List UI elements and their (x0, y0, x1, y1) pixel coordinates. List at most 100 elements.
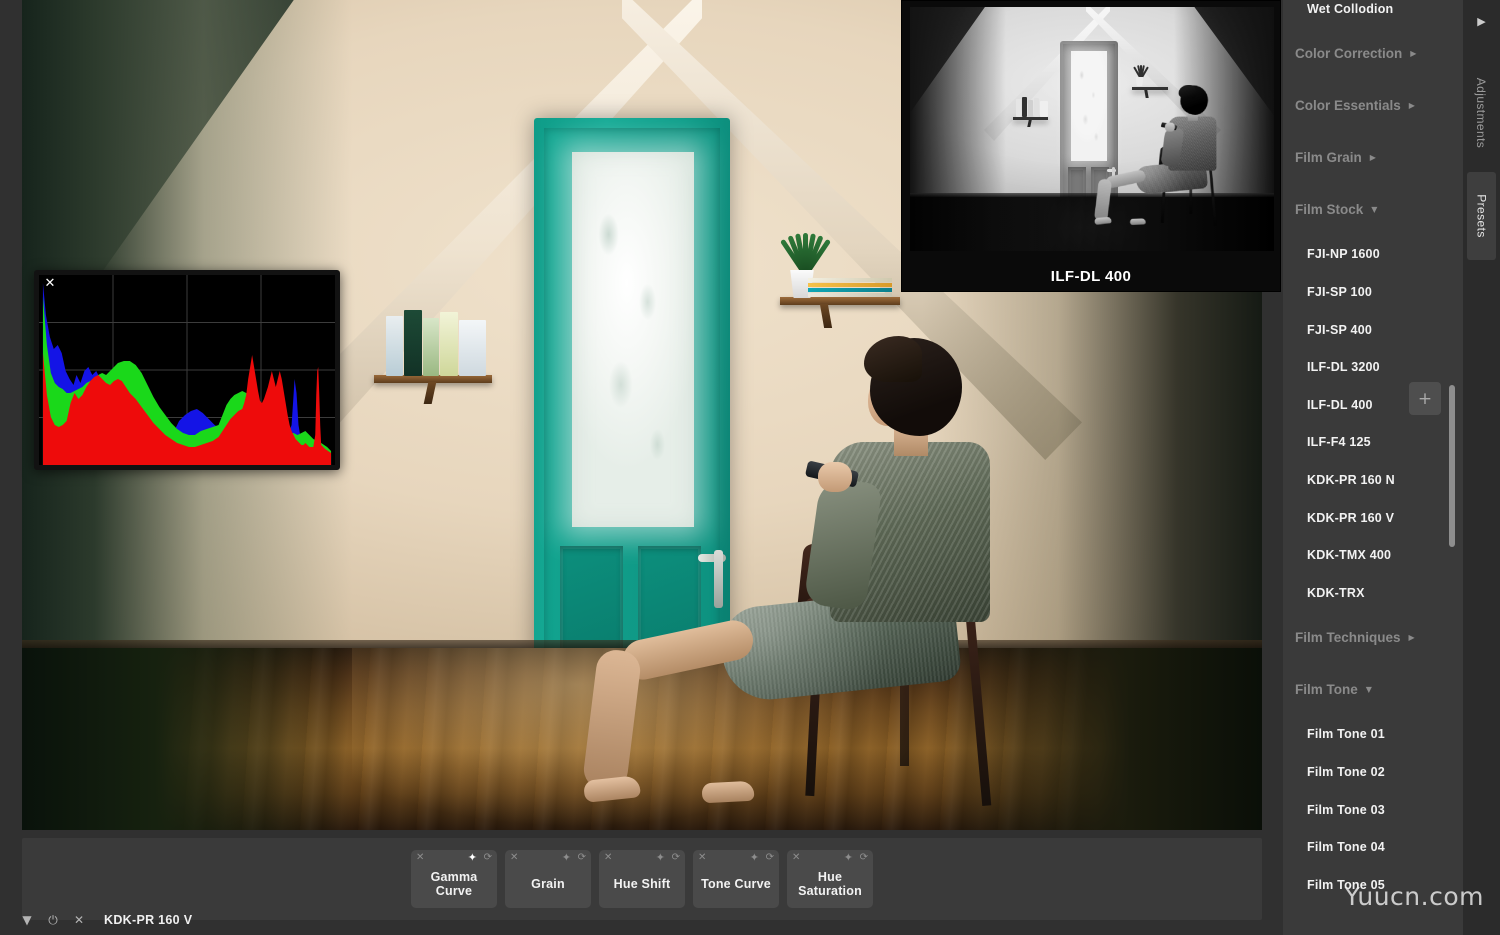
sidebar-preset-label: Film Tone 01 (1307, 727, 1385, 742)
sidebar-preset-item[interactable]: Film Tone 05 (1283, 866, 1463, 904)
sidebar-section-header[interactable]: Film Stock ▼ (1283, 184, 1463, 236)
preview-label: ILF-DL 400 (1050, 268, 1132, 285)
filter-close-icon[interactable]: ✕ (604, 853, 612, 863)
sidebar-preset-label: FJI-NP 1600 (1307, 247, 1380, 262)
sidebar-preset-item[interactable]: Film Tone 03 (1283, 791, 1463, 829)
sidebar-preset-label: ILF-DL 3200 (1307, 360, 1380, 375)
chevron-right-icon[interactable]: ▶ (1410, 49, 1416, 58)
tab-adjustments[interactable]: Adjustments (1467, 58, 1496, 168)
sidebar-preset-item[interactable]: Film Tone 01 (1283, 716, 1463, 754)
filter-button-label: Tone Curve (701, 876, 771, 891)
potted-plant (779, 225, 832, 277)
power-toggle-icon[interactable]: ⏻ (40, 913, 66, 928)
status-bar: ▼ ⏻ ✕ KDK-PR 160 V (0, 905, 1283, 935)
sidebar-preset-item[interactable]: Film Tone 02 (1283, 753, 1463, 791)
sidebar-section-label: Film Stock (1295, 202, 1364, 218)
sidebar-preset-item[interactable]: KDK-TMX 400 (1283, 536, 1463, 574)
presets-sidebar[interactable]: Wet Collodion Color Correction ▶ Color Esse… (1283, 0, 1463, 935)
sidebar-preset-label: KDK-PR 160 N (1307, 472, 1395, 487)
sidebar-preset-label: KDK-PR 160 V (1307, 510, 1395, 525)
sidebar-section-header[interactable]: Color Correction ▶ (1283, 28, 1463, 80)
sidebar-section-label: Film Grain (1295, 150, 1362, 166)
left-shelf-books (386, 308, 494, 376)
sidebar-preset-label: Film Tone 04 (1307, 840, 1385, 855)
filter-button-label: Grain (531, 876, 565, 891)
chevron-down-icon[interactable]: ▼ (1366, 685, 1372, 694)
right-shelf (780, 297, 900, 305)
sidebar-section-header[interactable]: Film Techniques ▶ (1283, 612, 1463, 664)
sidebar-preset-label: KDK-TRX (1307, 585, 1365, 600)
sidebar-preset-label: FJI-SP 100 (1307, 284, 1373, 299)
sidebar-scrollbar[interactable] (1449, 0, 1455, 935)
sidebar-preset-label: Wet Collodion (1307, 1, 1394, 16)
sidebar-preset-item[interactable]: KDK-PR 160 N (1283, 461, 1463, 499)
sidebar-section-header[interactable]: Color Essentials ▶ (1283, 80, 1463, 132)
app-root: ✕ ILF-DL 400 ✕ ✦ ⟳ Gamma Curve ✕ ✦ ⟳ Gra… (0, 0, 1500, 935)
sidebar-preset-label: Film Tone 02 (1307, 764, 1385, 779)
filter-close-icon[interactable]: ✕ (792, 853, 800, 863)
histogram-panel[interactable]: ✕ (34, 270, 340, 470)
chevron-right-icon[interactable]: ▶ (1409, 101, 1415, 110)
sidebar-section-label: Film Tone (1295, 682, 1358, 698)
sidebar-preset-item[interactable]: FJI-SP 400 (1283, 311, 1463, 349)
sidebar-preset-label: KDK-TMX 400 (1307, 548, 1392, 563)
filter-reset-icon[interactable]: ⟳ (766, 853, 774, 863)
filter-button-label: Hue Saturation (798, 869, 862, 898)
collapse-panel-icon[interactable]: ▶ (1463, 8, 1500, 34)
filter-pin-icon[interactable]: ✦ (468, 852, 477, 863)
presets-list: Wet Collodion Color Correction ▶ Color Esse… (1283, 0, 1463, 904)
panel-tab-rail: ▶ Adjustments Presets (1463, 0, 1500, 935)
preview-image (910, 7, 1274, 251)
close-icon[interactable]: ✕ (66, 913, 92, 927)
chevron-right-icon[interactable]: ▶ (1370, 153, 1376, 162)
sidebar-preset-item[interactable]: KDK-PR 160 V (1283, 499, 1463, 537)
preset-preview-thumbnail[interactable]: ILF-DL 400 (901, 0, 1281, 292)
filter-button[interactable]: ✕ ✦ ⟳ Hue Shift (599, 850, 685, 908)
sidebar-preset-label: Film Tone 05 (1307, 877, 1385, 892)
filter-pin-icon[interactable]: ✦ (562, 852, 571, 863)
sidebar-preset-item[interactable]: Wet Collodion (1283, 0, 1463, 28)
chevron-right-icon[interactable]: ▶ (1409, 633, 1415, 642)
filter-pin-icon[interactable]: ✦ (656, 852, 665, 863)
histogram-close-icon[interactable]: ✕ (43, 277, 57, 291)
filter-close-icon[interactable]: ✕ (510, 853, 518, 863)
sidebar-preset-item[interactable]: Film Tone 04 (1283, 828, 1463, 866)
filter-button[interactable]: ✕ ✦ ⟳ Tone Curve (693, 850, 779, 908)
filter-close-icon[interactable]: ✕ (698, 853, 706, 863)
filter-close-icon[interactable]: ✕ (416, 853, 424, 863)
filter-button[interactable]: ✕ ✦ ⟳ Hue Saturation (787, 850, 873, 908)
filter-button-label: Hue Shift (613, 876, 671, 891)
tab-presets[interactable]: Presets (1467, 172, 1496, 260)
sidebar-scrollbar-thumb[interactable] (1449, 385, 1455, 547)
histogram-chart (39, 275, 335, 465)
filter-button-label: Gamma Curve (430, 869, 478, 898)
tab-adjustments-label: Adjustments (1474, 77, 1489, 149)
chevron-down-icon[interactable]: ▼ (1371, 205, 1377, 214)
filter-reset-icon[interactable]: ⟳ (578, 853, 586, 863)
filter-pin-icon[interactable]: ✦ (750, 852, 759, 863)
filter-reset-icon[interactable]: ⟳ (484, 853, 492, 863)
expand-arrow-icon[interactable]: ▼ (14, 913, 40, 927)
sidebar-preset-label: ILF-F4 125 (1307, 435, 1371, 450)
filter-button[interactable]: ✕ ✦ ⟳ Gamma Curve (411, 850, 497, 908)
tab-presets-label: Presets (1474, 194, 1489, 238)
filter-reset-icon[interactable]: ⟳ (860, 853, 868, 863)
sidebar-preset-item[interactable]: FJI-SP 100 (1283, 273, 1463, 311)
add-preset-button[interactable]: + (1409, 382, 1441, 415)
sidebar-preset-item[interactable]: ILF-DL 3200 (1283, 348, 1463, 386)
seated-woman (581, 330, 1022, 830)
sidebar-preset-item[interactable]: KDK-TRX (1283, 574, 1463, 612)
sidebar-preset-item[interactable]: FJI-NP 1600 (1283, 236, 1463, 274)
sidebar-section-label: Film Techniques (1295, 630, 1401, 646)
sidebar-preset-item[interactable]: ILF-F4 125 (1283, 424, 1463, 462)
filter-button[interactable]: ✕ ✦ ⟳ Grain (505, 850, 591, 908)
sidebar-section-header[interactable]: Film Grain ▶ (1283, 132, 1463, 184)
sidebar-preset-label: ILF-DL 400 (1307, 397, 1373, 412)
filter-pin-icon[interactable]: ✦ (844, 852, 853, 863)
filter-reset-icon[interactable]: ⟳ (672, 853, 680, 863)
canvas-area: ✕ ILF-DL 400 ✕ ✦ ⟳ Gamma Curve ✕ ✦ ⟳ Gra… (0, 0, 1283, 935)
sidebar-section-header[interactable]: Film Tone ▼ (1283, 664, 1463, 716)
sidebar-preset-label: Film Tone 03 (1307, 802, 1385, 817)
active-preset-name: KDK-PR 160 V (104, 913, 193, 927)
sidebar-preset-label: FJI-SP 400 (1307, 322, 1373, 337)
